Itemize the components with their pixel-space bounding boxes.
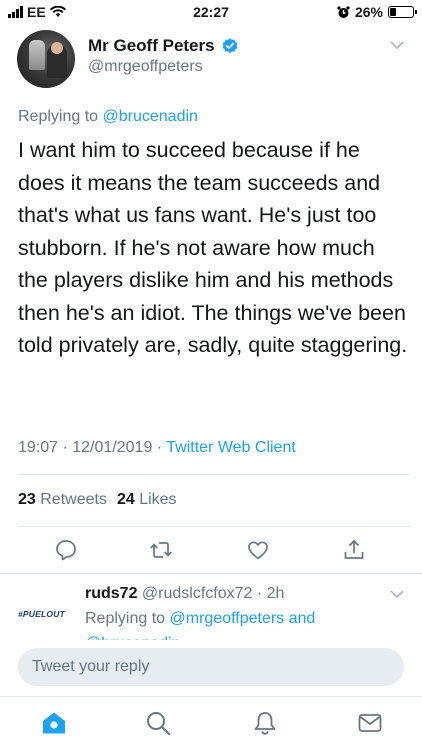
tab-bar (0, 696, 422, 750)
divider (0, 696, 422, 697)
messages-icon[interactable] (357, 710, 383, 736)
battery-percent: 26% (354, 4, 383, 20)
tweet-text: I want him to succeed because if he does… (18, 138, 408, 357)
reply-name[interactable]: ruds72 (85, 585, 137, 602)
replying-mention[interactable]: @brucenadin (103, 108, 198, 125)
chevron-down-icon[interactable] (390, 40, 404, 50)
compose-bar: Tweet your reply (0, 640, 422, 696)
replying-prefix: Replying to (18, 108, 99, 125)
retweet-icon[interactable] (149, 538, 173, 562)
reply-replying-prefix: Replying to (85, 610, 166, 627)
tweet-datetime: 19:07 · 12/01/2019 · (18, 439, 163, 456)
likes-count: 24 (116, 491, 135, 508)
notifications-icon[interactable] (252, 710, 278, 736)
likes-label: Likes (139, 491, 177, 508)
reply-replying-to: Replying to @mrgeoffpeters and (85, 610, 315, 628)
tweet-client[interactable]: Twitter Web Client (166, 439, 296, 456)
likes-stat[interactable]: 24 Likes (117, 491, 177, 509)
alarm-icon (337, 5, 350, 18)
retweets-label: Retweets (40, 491, 107, 508)
reply-header: ruds72 @rudslcfcfox72 · 2h (85, 585, 284, 603)
share-icon[interactable] (342, 538, 366, 562)
reply-handle-time: @rudslcfcfox72 · 2h (141, 585, 285, 602)
retweets-stat[interactable]: 23 Retweets (18, 491, 107, 509)
replying-to: Replying to @brucenadin (18, 108, 198, 126)
tweet-actions (0, 536, 422, 566)
display-name: Mr Geoff Peters (88, 36, 215, 55)
search-icon[interactable] (145, 710, 171, 736)
home-icon[interactable] (41, 710, 67, 736)
divider (18, 526, 410, 527)
handle[interactable]: @mrgeoffpeters (88, 58, 203, 76)
like-icon[interactable] (246, 538, 270, 562)
chevron-down-icon[interactable] (390, 589, 404, 599)
reply-input[interactable]: Tweet your reply (18, 648, 404, 686)
tweet-stats: 23 Retweets 24 Likes (18, 491, 177, 509)
verified-icon (222, 38, 238, 54)
author-name-row[interactable]: Mr Geoff Peters (88, 36, 239, 56)
tweet-meta: 19:07 · 12/01/2019 · Twitter Web Client (18, 439, 296, 457)
status-bar: EE 22:27 26% (0, 0, 422, 24)
reply-icon[interactable] (54, 538, 78, 562)
retweets-count: 23 (18, 491, 36, 508)
divider (0, 573, 422, 574)
reply-tweet[interactable]: #PUELOUT ruds72 @rudslcfcfox72 · 2h Repl… (0, 575, 422, 645)
avatar[interactable] (17, 30, 75, 88)
reply-avatar[interactable]: #PUELOUT (18, 609, 74, 619)
battery-info: 26% (337, 4, 417, 20)
reply-replying-mention[interactable]: @mrgeoffpeters and (170, 610, 316, 627)
divider (18, 474, 410, 475)
battery-icon (388, 6, 417, 18)
